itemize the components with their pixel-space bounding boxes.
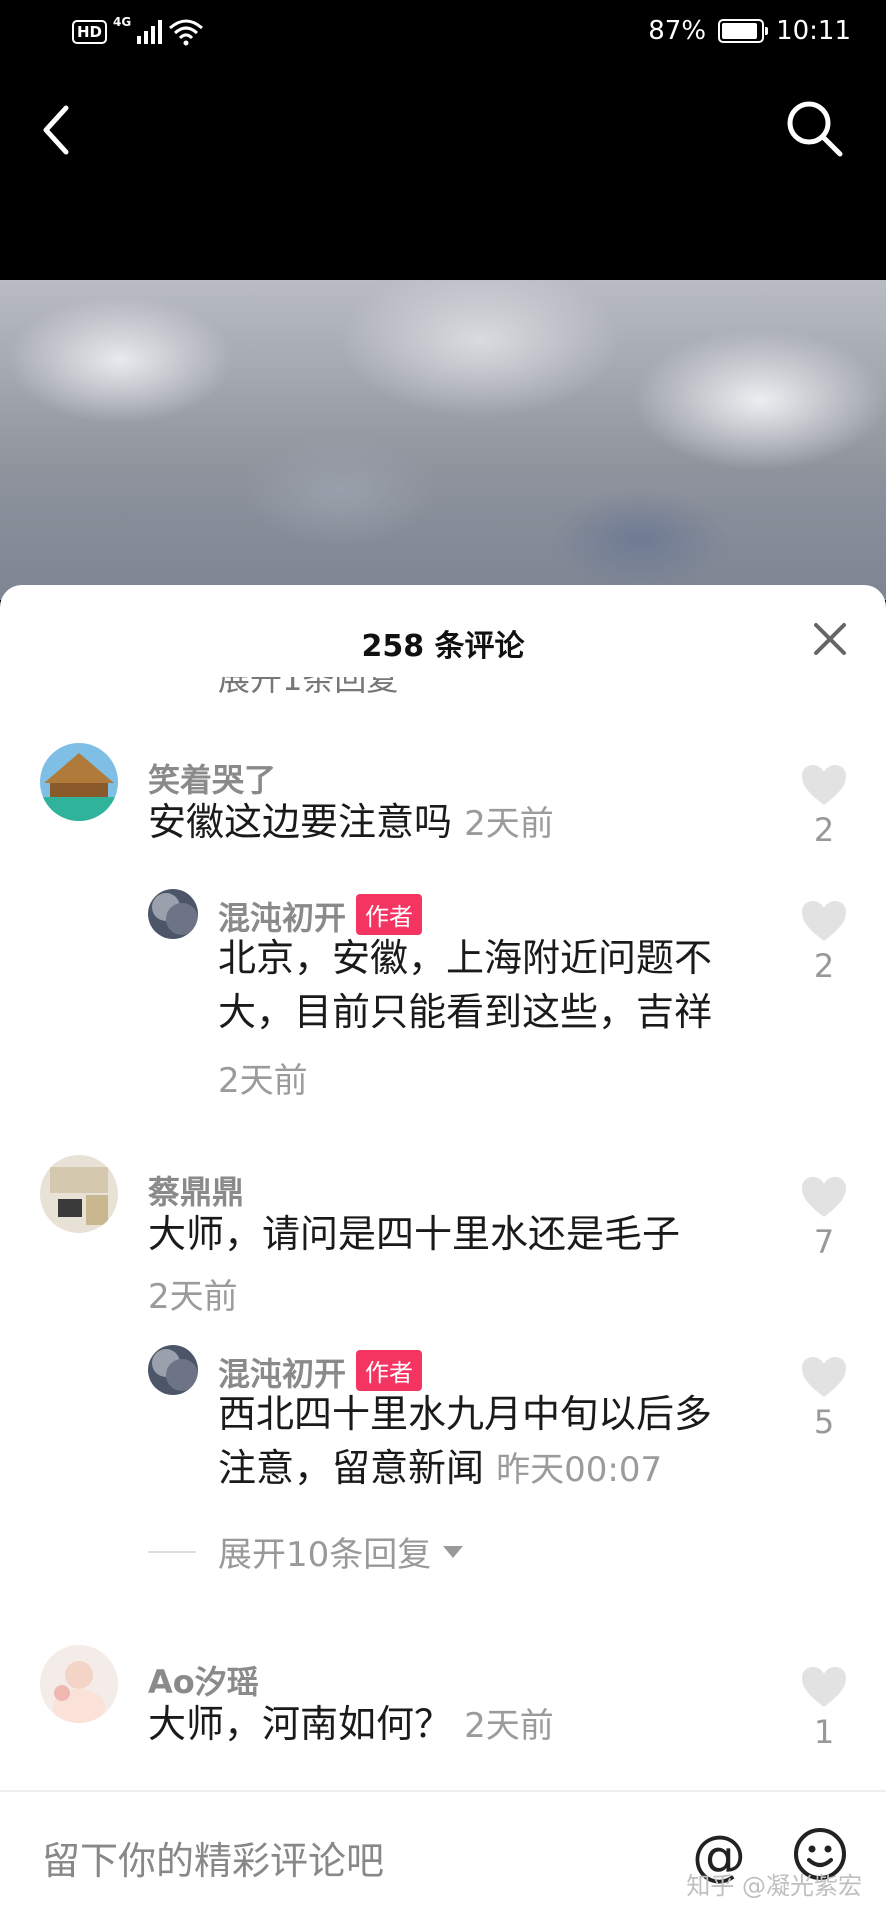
reply-time: 2天前 xyxy=(218,1061,308,1101)
battery-icon xyxy=(718,19,769,43)
comment-input-bar: 留下你的精彩评论吧 @ 知乎 @凝光紫宏 xyxy=(0,1790,886,1922)
heart-icon xyxy=(802,1357,846,1397)
expand-replies-label: 展开10条回复 xyxy=(218,1535,432,1575)
like-count: 2 xyxy=(813,947,835,985)
comment-body: 安徽这边要注意吗 xyxy=(148,800,453,844)
comment-time: 2天前 xyxy=(464,804,554,844)
reply-text-line: 北京，安徽，上海附近问题不 xyxy=(218,936,713,980)
like-count: 2 xyxy=(813,811,835,849)
battery-percent: 87% xyxy=(648,16,707,46)
author-badge: 作者 xyxy=(356,1350,423,1391)
status-bar: HD 4G 87% 10:11 xyxy=(0,0,886,70)
reply-text-line: 西北四十里水九月中旬以后多 xyxy=(218,1392,713,1436)
comments-count-title: 258 条评论 xyxy=(361,629,525,664)
close-icon[interactable] xyxy=(812,621,848,657)
like-button[interactable]: 7 xyxy=(800,1175,848,1261)
partial-expand-row[interactable]: 展开1条回复 xyxy=(218,677,398,695)
comment-body: 大师，河南如何？ xyxy=(148,1702,453,1746)
clock: 10:11 xyxy=(776,16,851,46)
wifi-icon xyxy=(169,19,204,46)
avatar[interactable] xyxy=(148,889,198,939)
like-button[interactable]: 5 xyxy=(800,1355,848,1441)
chevron-down-icon xyxy=(443,1545,464,1558)
reply-text: 西北四十里水九月中旬以后多 注意，留意新闻 昨天00:07 xyxy=(218,1387,712,1497)
hd-indicator: HD xyxy=(72,20,108,44)
comments-sheet: 258 条评论 展开1条回复 笑着哭了 安徽这边要注意吗 2天前 2 xyxy=(0,585,886,1920)
reply-text-line: 大，目前只能看到这些，吉祥 xyxy=(218,990,713,1034)
status-left: HD 4G xyxy=(72,15,204,46)
divider xyxy=(148,1550,196,1553)
like-count: 1 xyxy=(813,1713,835,1751)
expand-replies-button[interactable]: 展开10条回复 xyxy=(148,1527,464,1576)
video-cloud-image[interactable] xyxy=(0,280,886,600)
like-count: 7 xyxy=(813,1223,835,1261)
like-button[interactable]: 1 xyxy=(800,1665,848,1751)
like-button[interactable]: 2 xyxy=(800,763,848,849)
avatar[interactable] xyxy=(40,743,118,821)
avatar[interactable] xyxy=(40,1155,118,1233)
comment-time: 2天前 xyxy=(148,1277,238,1317)
top-nav xyxy=(0,70,886,280)
heart-icon xyxy=(802,765,846,805)
search-icon[interactable] xyxy=(782,96,846,160)
signal-icon xyxy=(137,20,163,44)
heart-icon xyxy=(802,1177,846,1217)
avatar[interactable] xyxy=(40,1645,118,1723)
comment-text: 大师，河南如何？ 2天前 xyxy=(148,1697,554,1753)
heart-icon xyxy=(802,1667,846,1707)
comment-input[interactable]: 留下你的精彩评论吧 xyxy=(42,1830,384,1885)
status-right: 87% 10:11 xyxy=(648,16,851,46)
like-button[interactable]: 2 xyxy=(800,899,848,985)
comment-text: 安徽这边要注意吗 2天前 xyxy=(148,795,554,851)
like-count: 5 xyxy=(813,1403,835,1441)
back-icon[interactable] xyxy=(36,100,80,160)
reply-text: 北京，安徽，上海附近问题不 大，目前只能看到这些，吉祥 xyxy=(218,931,712,1039)
avatar[interactable] xyxy=(148,1345,198,1395)
comment-text: 大师，请问是四十里水还是毛子 xyxy=(148,1212,681,1256)
network-type: 4G xyxy=(113,15,132,29)
reply-time: 昨天00:07 xyxy=(496,1450,663,1490)
watermark: 知乎 @凝光紫宏 xyxy=(686,1872,862,1900)
heart-icon xyxy=(802,901,846,941)
reply-text-line: 注意，留意新闻 xyxy=(218,1446,485,1490)
comment-time: 2天前 xyxy=(464,1706,554,1746)
author-badge: 作者 xyxy=(356,894,423,935)
